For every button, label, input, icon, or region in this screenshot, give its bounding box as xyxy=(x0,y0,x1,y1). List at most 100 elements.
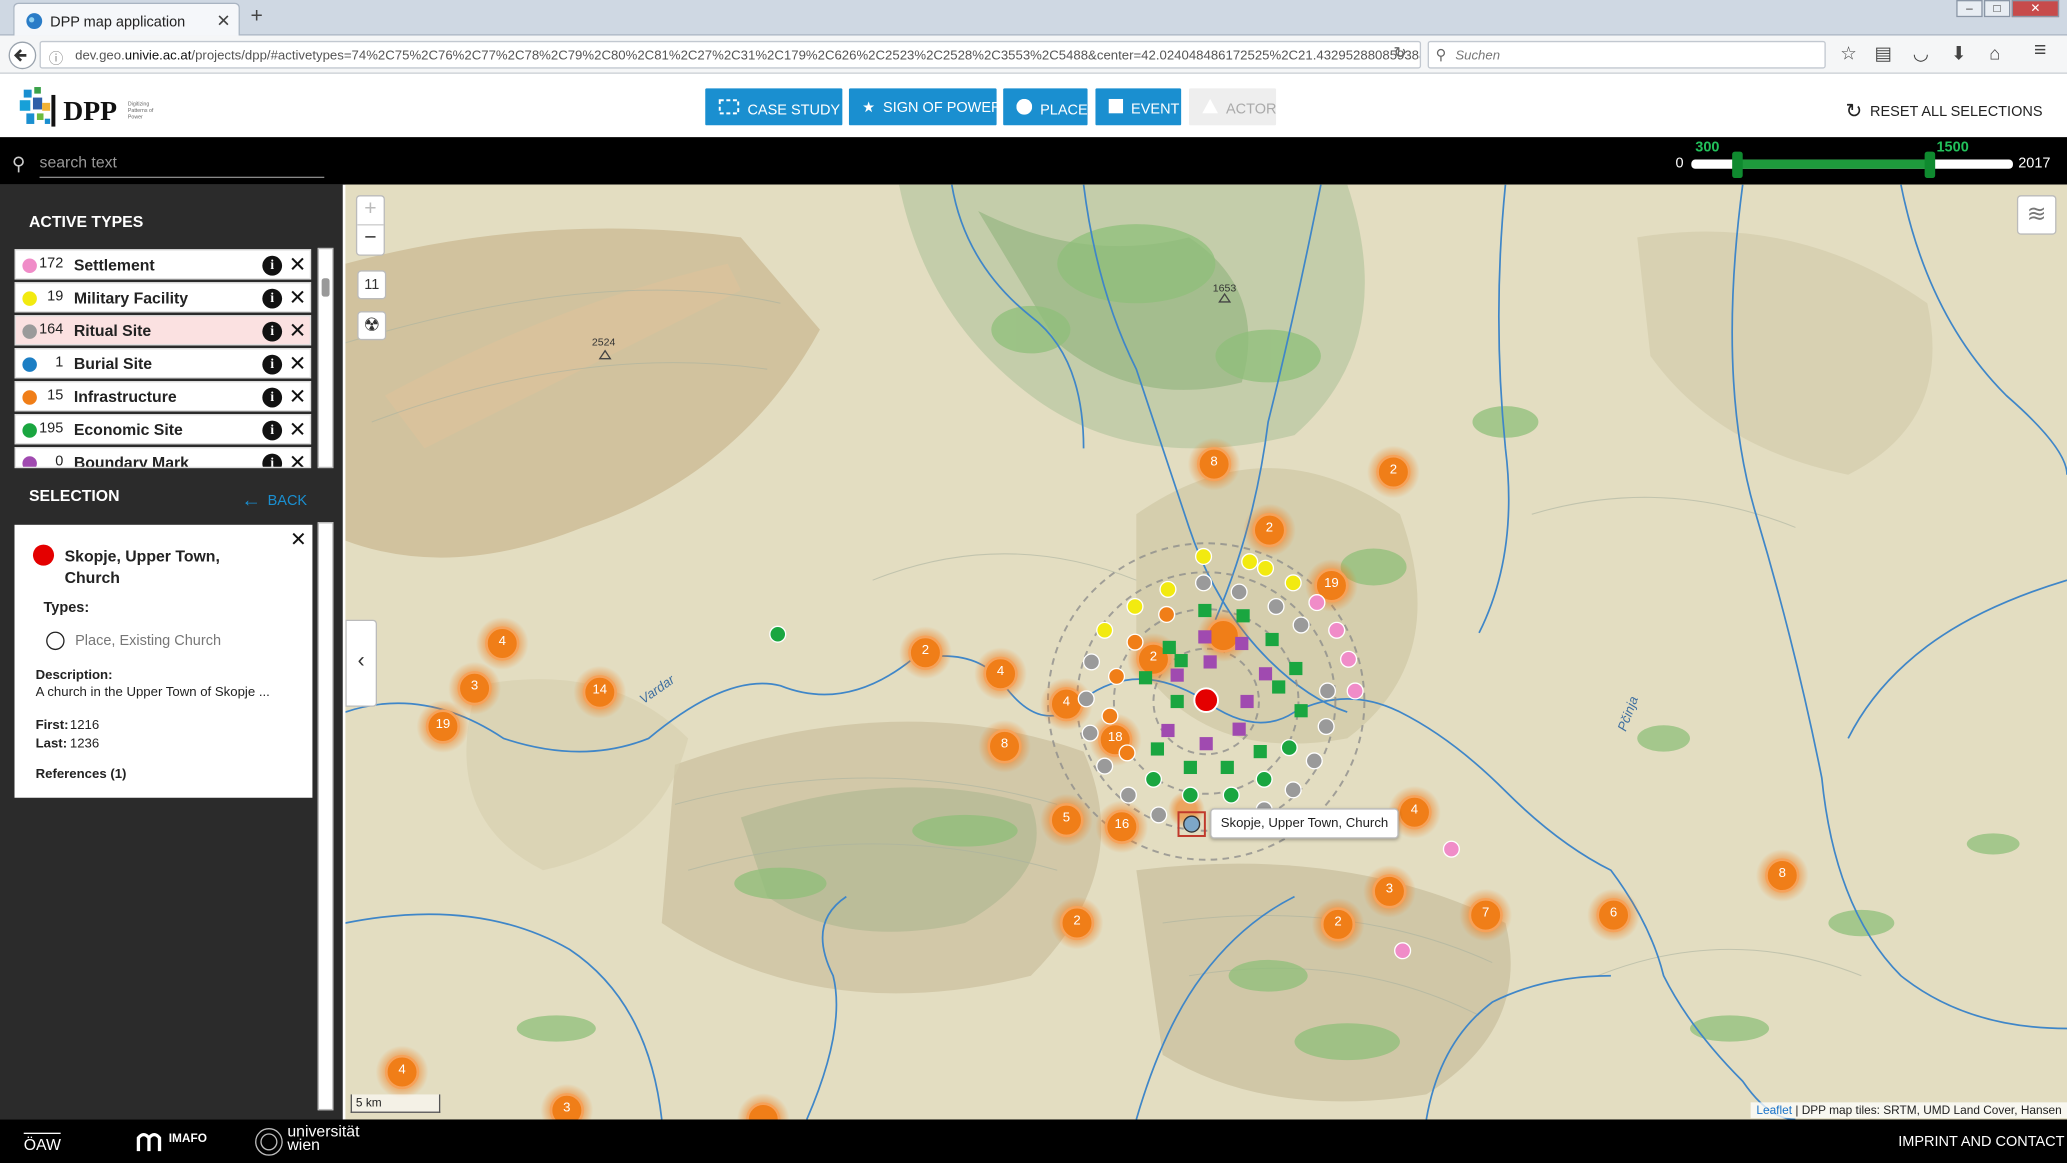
remove-icon[interactable]: ✕ xyxy=(289,318,307,344)
map[interactable]: 8 2 2 19 4 3 14 19 2 4 2 4 8 18 5 16 4 2… xyxy=(345,184,2067,1120)
type-row[interactable]: 15 Infrastructure i ✕ xyxy=(14,381,312,412)
cluster-label[interactable]: 2 xyxy=(1385,463,1401,478)
event-button[interactable]: EVENT xyxy=(1095,88,1182,126)
cluster-label[interactable]: 4 xyxy=(394,1063,410,1078)
cluster-label[interactable]: 2 xyxy=(1069,914,1085,929)
scrollbar-thumb[interactable] xyxy=(321,278,330,297)
first-label: First: xyxy=(35,718,69,734)
pocket-icon[interactable]: ◡ xyxy=(1913,42,1929,64)
info-icon[interactable]: i xyxy=(262,420,283,441)
cluster-label[interactable]: 2 xyxy=(1330,915,1346,930)
remove-icon[interactable]: ✕ xyxy=(289,252,307,278)
cluster-label[interactable]: 8 xyxy=(997,737,1013,752)
collapse-sidebar-button[interactable]: ‹ xyxy=(345,619,378,707)
type-count: 15 xyxy=(47,387,64,404)
slider-handle-to[interactable] xyxy=(1924,151,1936,179)
type-row[interactable]: 19 Military Facility i ✕ xyxy=(14,282,312,313)
bookmark-star-icon[interactable]: ☆ xyxy=(1840,42,1857,64)
cluster-label[interactable]: 3 xyxy=(467,679,483,694)
info-icon[interactable]: i xyxy=(262,288,283,309)
cluster-label[interactable]: 6 xyxy=(1606,906,1622,921)
cluster-label[interactable]: 4 xyxy=(494,634,510,649)
first-value: 1216 xyxy=(69,718,100,734)
cluster-label[interactable]: 2 xyxy=(1146,650,1162,665)
types-scrollbar[interactable] xyxy=(317,247,334,469)
type-row[interactable]: 195 Economic Site i ✕ xyxy=(14,414,312,445)
close-tab-icon[interactable]: ✕ xyxy=(216,11,230,32)
reading-list-icon[interactable]: ▤ xyxy=(1875,42,1892,64)
slider-handle-from[interactable] xyxy=(1732,151,1743,179)
cluster-label[interactable]: 4 xyxy=(993,665,1009,680)
url-bar[interactable]: ⓘ dev.geo.univie.ac.at/projects/dpp/#act… xyxy=(39,40,1422,69)
info-icon[interactable]: i xyxy=(262,255,283,276)
cluster-label[interactable]: 5 xyxy=(1059,811,1075,826)
uni-wien-logo-text[interactable]: universität wien xyxy=(287,1123,371,1152)
back-icon[interactable] xyxy=(8,41,37,70)
type-row[interactable]: 0 Boundary Mark i ✕ xyxy=(14,447,312,469)
maximize-icon[interactable]: □ xyxy=(1983,0,2011,18)
references-link[interactable]: References (1) xyxy=(36,767,127,782)
zoom-in-button[interactable]: + xyxy=(357,196,384,226)
new-tab-icon[interactable]: + xyxy=(250,5,262,29)
window-close-icon[interactable]: ✕ xyxy=(2011,0,2060,18)
cluster-label[interactable]: 3 xyxy=(1382,882,1398,897)
back-button[interactable]: ← BACK xyxy=(241,488,307,511)
type-count: 172 xyxy=(39,255,64,272)
time-slider-range xyxy=(1737,159,1930,169)
zoom-out-button[interactable]: − xyxy=(357,225,383,254)
close-icon[interactable]: ✕ xyxy=(290,527,307,551)
info-icon[interactable]: i xyxy=(262,387,283,408)
menu-icon[interactable]: ≡ xyxy=(2034,40,2046,64)
remove-icon[interactable]: ✕ xyxy=(289,417,307,443)
case-study-button[interactable]: CASE STUDY xyxy=(705,88,843,126)
cluster-label[interactable]: 8 xyxy=(1774,866,1790,881)
last-value: 1236 xyxy=(69,737,100,752)
layers-icon[interactable]: ≋ xyxy=(2016,195,2057,235)
type-row-highlighted[interactable]: 164 Ritual Site i ✕ xyxy=(14,315,312,346)
reset-all-selections-button[interactable]: ↻ RESET ALL SELECTIONS xyxy=(1846,98,2043,122)
actor-button[interactable]: ACTOR xyxy=(1189,88,1276,126)
remove-icon[interactable]: ✕ xyxy=(289,351,307,377)
leaflet-link[interactable]: Leaflet xyxy=(1756,1104,1792,1117)
reload-icon[interactable]: ↻ xyxy=(1393,44,1406,62)
last-label: Last: xyxy=(35,737,68,752)
cluster-label[interactable]: 7 xyxy=(1478,906,1494,921)
type-color-dot xyxy=(22,390,37,405)
cluster-label[interactable]: 4 xyxy=(1407,803,1423,818)
browser-tab[interactable]: DPP map application ✕ xyxy=(13,2,240,36)
url-prefix: dev.geo. xyxy=(75,48,125,64)
selection-scrollbar[interactable] xyxy=(317,522,334,1111)
scale-bar: 5 km xyxy=(350,1094,441,1113)
radiation-toggle-icon[interactable]: ☢ xyxy=(357,311,387,341)
place-button[interactable]: PLACE xyxy=(1003,88,1088,126)
browser-search-input[interactable]: ⚲ Suchen xyxy=(1427,40,1826,69)
cluster-label[interactable]: 2 xyxy=(1262,521,1278,536)
info-icon[interactable]: i xyxy=(262,453,283,467)
info-icon[interactable]: ⓘ xyxy=(49,47,64,67)
imprint-contact-link[interactable]: IMPRINT AND CONTACT xyxy=(1898,1134,2064,1150)
cluster-label[interactable]: 8 xyxy=(1206,455,1222,470)
cluster-label[interactable]: 14 xyxy=(592,683,608,698)
remove-icon[interactable]: ✕ xyxy=(289,384,307,410)
cluster-label[interactable]: 2 xyxy=(917,643,933,658)
sign-of-power-button[interactable]: ★ SIGN OF POWER xyxy=(848,88,1001,126)
circle-icon xyxy=(1016,98,1033,115)
imafo-logo-text[interactable]: IMAFO xyxy=(169,1131,207,1144)
cluster-label[interactable]: 3 xyxy=(559,1101,575,1116)
cluster-label[interactable]: 4 xyxy=(1059,695,1075,710)
cluster-label[interactable]: 16 xyxy=(1114,818,1130,833)
download-icon[interactable]: ⬇ xyxy=(1951,42,1966,64)
remove-icon[interactable]: ✕ xyxy=(289,450,307,467)
minimize-icon[interactable]: – xyxy=(1956,0,1983,18)
type-row[interactable]: 1 Burial Site i ✕ xyxy=(14,348,312,379)
cluster-label[interactable]: 18 xyxy=(1107,730,1123,745)
info-icon[interactable]: i xyxy=(262,354,283,375)
cluster-label[interactable]: 19 xyxy=(435,717,451,732)
info-icon[interactable]: i xyxy=(262,321,283,342)
remove-icon[interactable]: ✕ xyxy=(289,285,307,311)
type-row[interactable]: 172 Settlement i ✕ xyxy=(14,249,312,280)
cluster-label[interactable]: 19 xyxy=(1324,576,1340,591)
home-icon[interactable]: ⌂ xyxy=(1989,42,2000,63)
search-text-input[interactable]: search text xyxy=(39,153,325,179)
oaw-logo[interactable]: ÖAW xyxy=(23,1132,61,1154)
